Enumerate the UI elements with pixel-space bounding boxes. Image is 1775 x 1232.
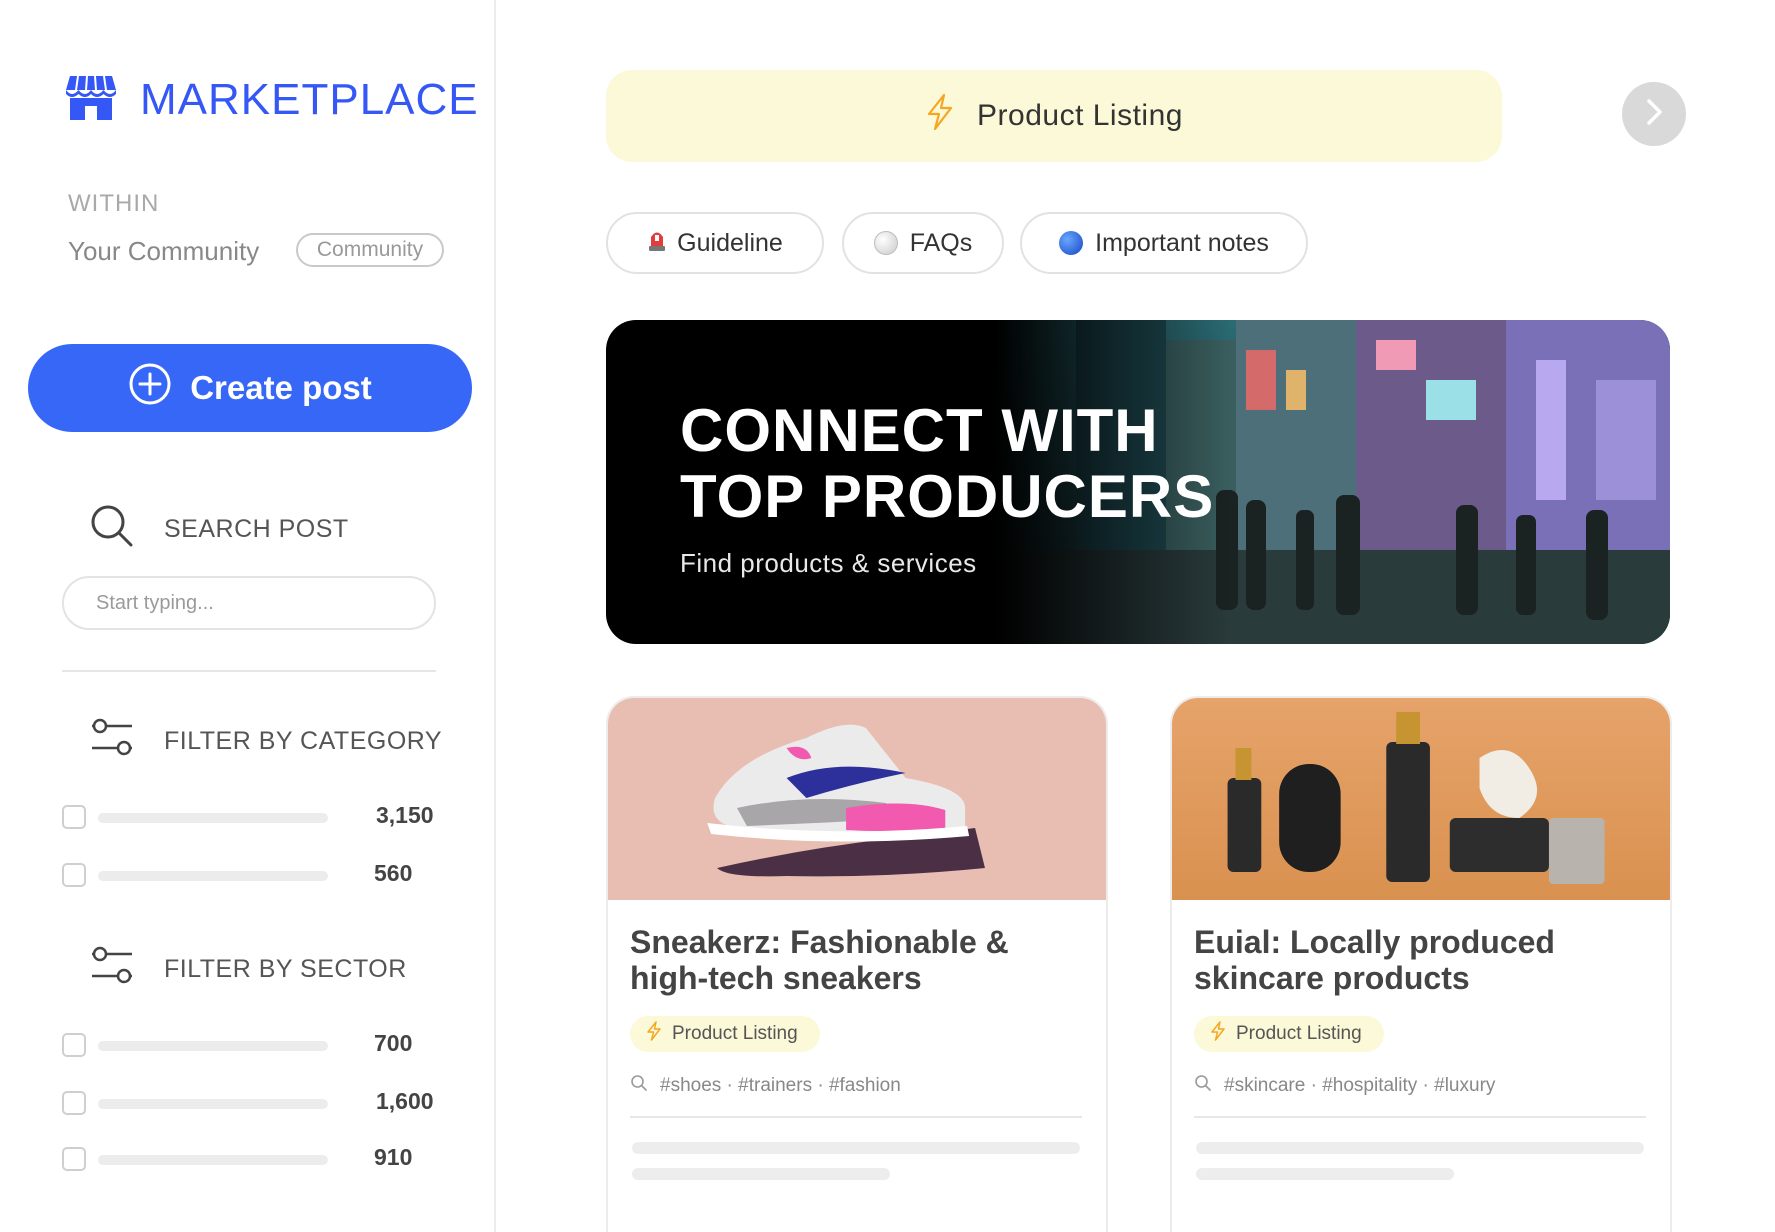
filter-checkbox[interactable]	[62, 1091, 86, 1115]
tab-label: Guideline	[677, 228, 783, 257]
brand[interactable]: MARKETPLACE	[66, 74, 479, 125]
siren-icon	[647, 228, 667, 259]
filter-count: 700	[374, 1030, 413, 1056]
card-badge[interactable]: Product Listing	[1194, 1016, 1384, 1052]
within-label: WITHIN	[68, 190, 160, 217]
skincare-image	[1172, 698, 1670, 900]
sector-filter-row[interactable]: 1,600	[62, 1088, 442, 1118]
card-badge[interactable]: Product Listing	[630, 1016, 820, 1052]
store-icon	[66, 74, 116, 125]
card-text-placeholder	[1196, 1168, 1454, 1180]
card-tags-text: #skincare · #hospitality · #luxury	[1224, 1075, 1496, 1096]
filter-count: 3,150	[376, 802, 434, 828]
search-icon	[1194, 1074, 1224, 1098]
main-content: Product Listing Guideline FAQs Important…	[498, 0, 1775, 1232]
search-section-header: SEARCH POST	[60, 504, 349, 555]
category-filter-title: FILTER BY CATEGORY	[164, 727, 443, 755]
filter-checkbox[interactable]	[62, 1033, 86, 1057]
product-card[interactable]: Euial: Locally produced skincare product…	[1170, 696, 1672, 1232]
community-name[interactable]: Your Community	[68, 236, 259, 267]
search-icon	[630, 1074, 660, 1098]
hero-subtitle: Find products & services	[680, 548, 977, 578]
create-post-button[interactable]: Create post	[28, 344, 472, 432]
card-badge-label: Product Listing	[1236, 1023, 1362, 1044]
product-card[interactable]: Sneakerz: Fashionable & high-tech sneake…	[606, 696, 1108, 1232]
card-badge-label: Product Listing	[672, 1023, 798, 1044]
card-tags: #shoes · #trainers · #fashion	[630, 1074, 901, 1098]
filter-label-placeholder	[98, 1041, 328, 1051]
tab-label: Important notes	[1095, 228, 1269, 257]
card-tags-text: #shoes · #trainers · #fashion	[660, 1075, 901, 1096]
tab-important-notes[interactable]: Important notes	[1020, 212, 1308, 274]
lightning-icon	[1210, 1021, 1236, 1047]
filter-count: 560	[374, 860, 413, 886]
tab-faqs[interactable]: FAQs	[842, 212, 1004, 274]
category-filter-row[interactable]: 560	[62, 860, 442, 890]
sector-filter-row[interactable]: 700	[62, 1030, 442, 1060]
sneaker-image	[608, 698, 1106, 900]
filter-sliders-icon	[90, 716, 134, 767]
lightning-icon	[925, 93, 977, 138]
hero-title-line: TOP PRODUCERS	[680, 463, 1215, 530]
sidebar: MARKETPLACE WITHIN Your Community Commun…	[0, 0, 496, 1232]
filter-label-placeholder	[98, 871, 328, 881]
search-icon	[90, 504, 134, 555]
category-filter-row[interactable]: 3,150	[62, 802, 442, 832]
banner-title: Product Listing	[977, 99, 1183, 132]
hero-title-line: CONNECT WITH	[680, 397, 1159, 464]
hero-title: CONNECT WITH TOP PRODUCERS	[680, 398, 1280, 530]
card-text-placeholder	[632, 1142, 1080, 1154]
divider	[62, 670, 436, 672]
brand-title: MARKETPLACE	[140, 74, 479, 124]
filter-checkbox[interactable]	[62, 1147, 86, 1171]
filter-label-placeholder	[98, 813, 328, 823]
tab-label: FAQs	[909, 228, 973, 257]
search-title: SEARCH POST	[164, 515, 349, 543]
next-button[interactable]	[1622, 82, 1686, 146]
filter-label-placeholder	[98, 1099, 328, 1109]
filter-checkbox[interactable]	[62, 863, 86, 887]
card-text-placeholder	[632, 1168, 890, 1180]
card-title[interactable]: Euial: Locally produced skincare product…	[1194, 924, 1634, 996]
sector-filter-title: FILTER BY SECTOR	[164, 955, 407, 983]
filter-count: 1,600	[376, 1088, 434, 1114]
lightning-icon	[646, 1021, 672, 1047]
plus-circle-icon	[128, 362, 190, 414]
filter-sliders-icon	[90, 944, 134, 995]
community-badge[interactable]: Community	[296, 233, 444, 267]
filter-label-placeholder	[98, 1155, 328, 1165]
chevron-right-icon	[1641, 97, 1667, 132]
card-text-placeholder	[1196, 1142, 1644, 1154]
card-title[interactable]: Sneakerz: Fashionable & high-tech sneake…	[630, 924, 1070, 996]
filter-count: 910	[374, 1144, 413, 1170]
card-tags: #skincare · #hospitality · #luxury	[1194, 1074, 1495, 1098]
card-divider	[1194, 1116, 1646, 1118]
filter-checkbox[interactable]	[62, 805, 86, 829]
card-divider	[630, 1116, 1082, 1118]
tab-guideline[interactable]: Guideline	[606, 212, 824, 274]
white-circle-icon	[873, 231, 898, 255]
sector-filter-row[interactable]: 910	[62, 1144, 442, 1174]
search-input[interactable]	[62, 576, 436, 630]
product-listing-banner[interactable]: Product Listing	[606, 70, 1502, 162]
create-post-label: Create post	[190, 369, 372, 406]
blue-circle-icon	[1059, 231, 1084, 255]
category-filter-header: FILTER BY CATEGORY	[60, 716, 442, 767]
app-window: MARKETPLACE WITHIN Your Community Commun…	[0, 0, 1775, 1232]
hero-banner[interactable]: CONNECT WITH TOP PRODUCERS Find products…	[606, 320, 1670, 644]
sector-filter-header: FILTER BY SECTOR	[60, 944, 407, 995]
